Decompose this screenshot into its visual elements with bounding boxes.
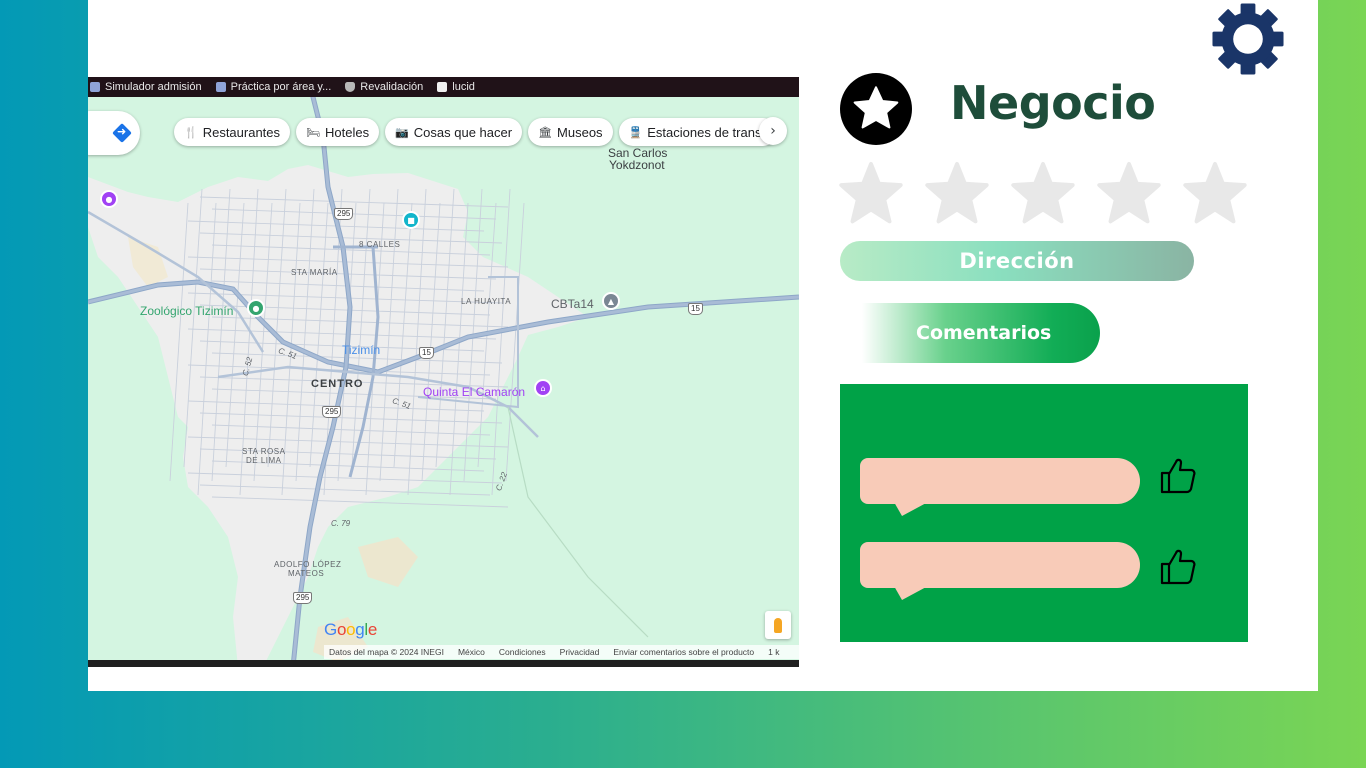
star-icon[interactable] — [1182, 160, 1248, 226]
highway-shield: 295 — [334, 208, 354, 220]
rating-stars[interactable] — [838, 160, 1248, 226]
chevron-right-icon: › — [770, 123, 776, 139]
chip-hoteles[interactable]: 🛏 Hoteles — [296, 118, 380, 146]
comments-panel — [840, 384, 1248, 642]
shield-icon — [345, 82, 356, 92]
map-label: 8 CALLES — [359, 240, 401, 249]
thumbs-up-icon[interactable] — [1158, 456, 1198, 496]
highway-shield: 295 — [293, 592, 313, 604]
category-chips: 🍴 Restaurantes 🛏 Hoteles 📷 Cosas que hacer … — [174, 118, 777, 146]
map-bottom-bar — [88, 660, 799, 667]
address-button[interactable]: Dirección — [840, 241, 1194, 281]
map-label[interactable]: Tizimín — [342, 343, 380, 357]
chip-cosas-que-hacer[interactable]: 📷 Cosas que hacer — [385, 118, 523, 146]
street-view-pegman[interactable] — [765, 611, 791, 639]
paw-icon[interactable]: ● — [247, 299, 265, 317]
comment-bubble[interactable] — [860, 458, 1140, 516]
comment-bubble[interactable] — [860, 542, 1140, 600]
map-label: STA ROSA — [242, 447, 286, 456]
bed-icon: 🛏 — [306, 126, 320, 139]
road-label: C. 79 — [331, 519, 351, 528]
map-base — [88, 77, 799, 667]
highway-shield: 15 — [688, 303, 703, 315]
map-view[interactable]: Simulador admisión Práctica por área y..… — [88, 77, 799, 667]
place-pin-icon[interactable]: ● — [100, 190, 118, 208]
bookmark-icon — [90, 82, 100, 92]
school-icon[interactable]: ▲ — [602, 292, 620, 310]
chips-next-button[interactable]: › — [759, 117, 787, 145]
hotel-icon[interactable]: ⌂ — [534, 379, 552, 397]
pegman-icon — [774, 617, 782, 633]
map-label: LA HUAYITA — [461, 297, 512, 306]
business-title: Negocio — [950, 76, 1156, 130]
map-label: MATEOS — [288, 569, 325, 578]
map-label[interactable]: Zoológico Tizimín — [140, 304, 233, 318]
highway-shield: 295 — [322, 406, 342, 418]
thumbs-up-icon[interactable] — [1158, 547, 1198, 587]
map-label[interactable]: CBTa14 — [551, 298, 594, 310]
star-icon[interactable] — [1010, 160, 1076, 226]
bookmarks-bar: Simulador admisión Práctica por área y..… — [88, 77, 799, 97]
map-label: ADOLFO LÓPEZ — [274, 560, 342, 569]
train-icon: 🚆 — [628, 126, 643, 139]
place-pin-icon[interactable]: ■ — [402, 211, 420, 229]
map-label: Yokdzonot — [609, 158, 665, 172]
bookmark-item[interactable]: lucid — [437, 81, 475, 93]
lucid-icon — [437, 82, 448, 92]
map-label: DE LIMA — [246, 456, 282, 465]
directions-button[interactable]: ➜ — [88, 111, 140, 155]
map-label: STA MARÍA — [291, 268, 338, 277]
google-logo: Google — [324, 620, 378, 639]
map-footer: Datos del mapa © 2024 INEGI México Condi… — [324, 645, 799, 659]
bookmark-item[interactable]: Práctica por área y... — [215, 81, 331, 93]
bookmark-item[interactable]: Simulador admisión — [90, 81, 202, 93]
bookmark-icon — [215, 82, 226, 92]
star-icon[interactable] — [838, 160, 904, 226]
chip-restaurantes[interactable]: 🍴 Restaurantes — [174, 118, 291, 146]
museum-icon: 🏛 — [538, 126, 553, 139]
bookmark-item[interactable]: Revalidación — [345, 81, 423, 93]
gear-icon[interactable] — [1211, 2, 1285, 76]
star-icon[interactable] — [1096, 160, 1162, 226]
chip-estaciones[interactable]: 🚆 Estaciones de transp — [618, 118, 777, 146]
camera-icon: 📷 — [395, 126, 409, 139]
map-label: CENTRO — [311, 378, 364, 390]
fork-knife-icon: 🍴 — [184, 126, 198, 139]
map-label[interactable]: Quinta El Camarón — [423, 385, 525, 399]
star-icon[interactable] — [924, 160, 990, 226]
star-badge-icon — [840, 73, 912, 145]
highway-shield: 15 — [419, 347, 434, 359]
comments-tab[interactable]: Comentarios — [862, 303, 1100, 363]
chip-museos[interactable]: 🏛 Museos — [528, 118, 613, 146]
